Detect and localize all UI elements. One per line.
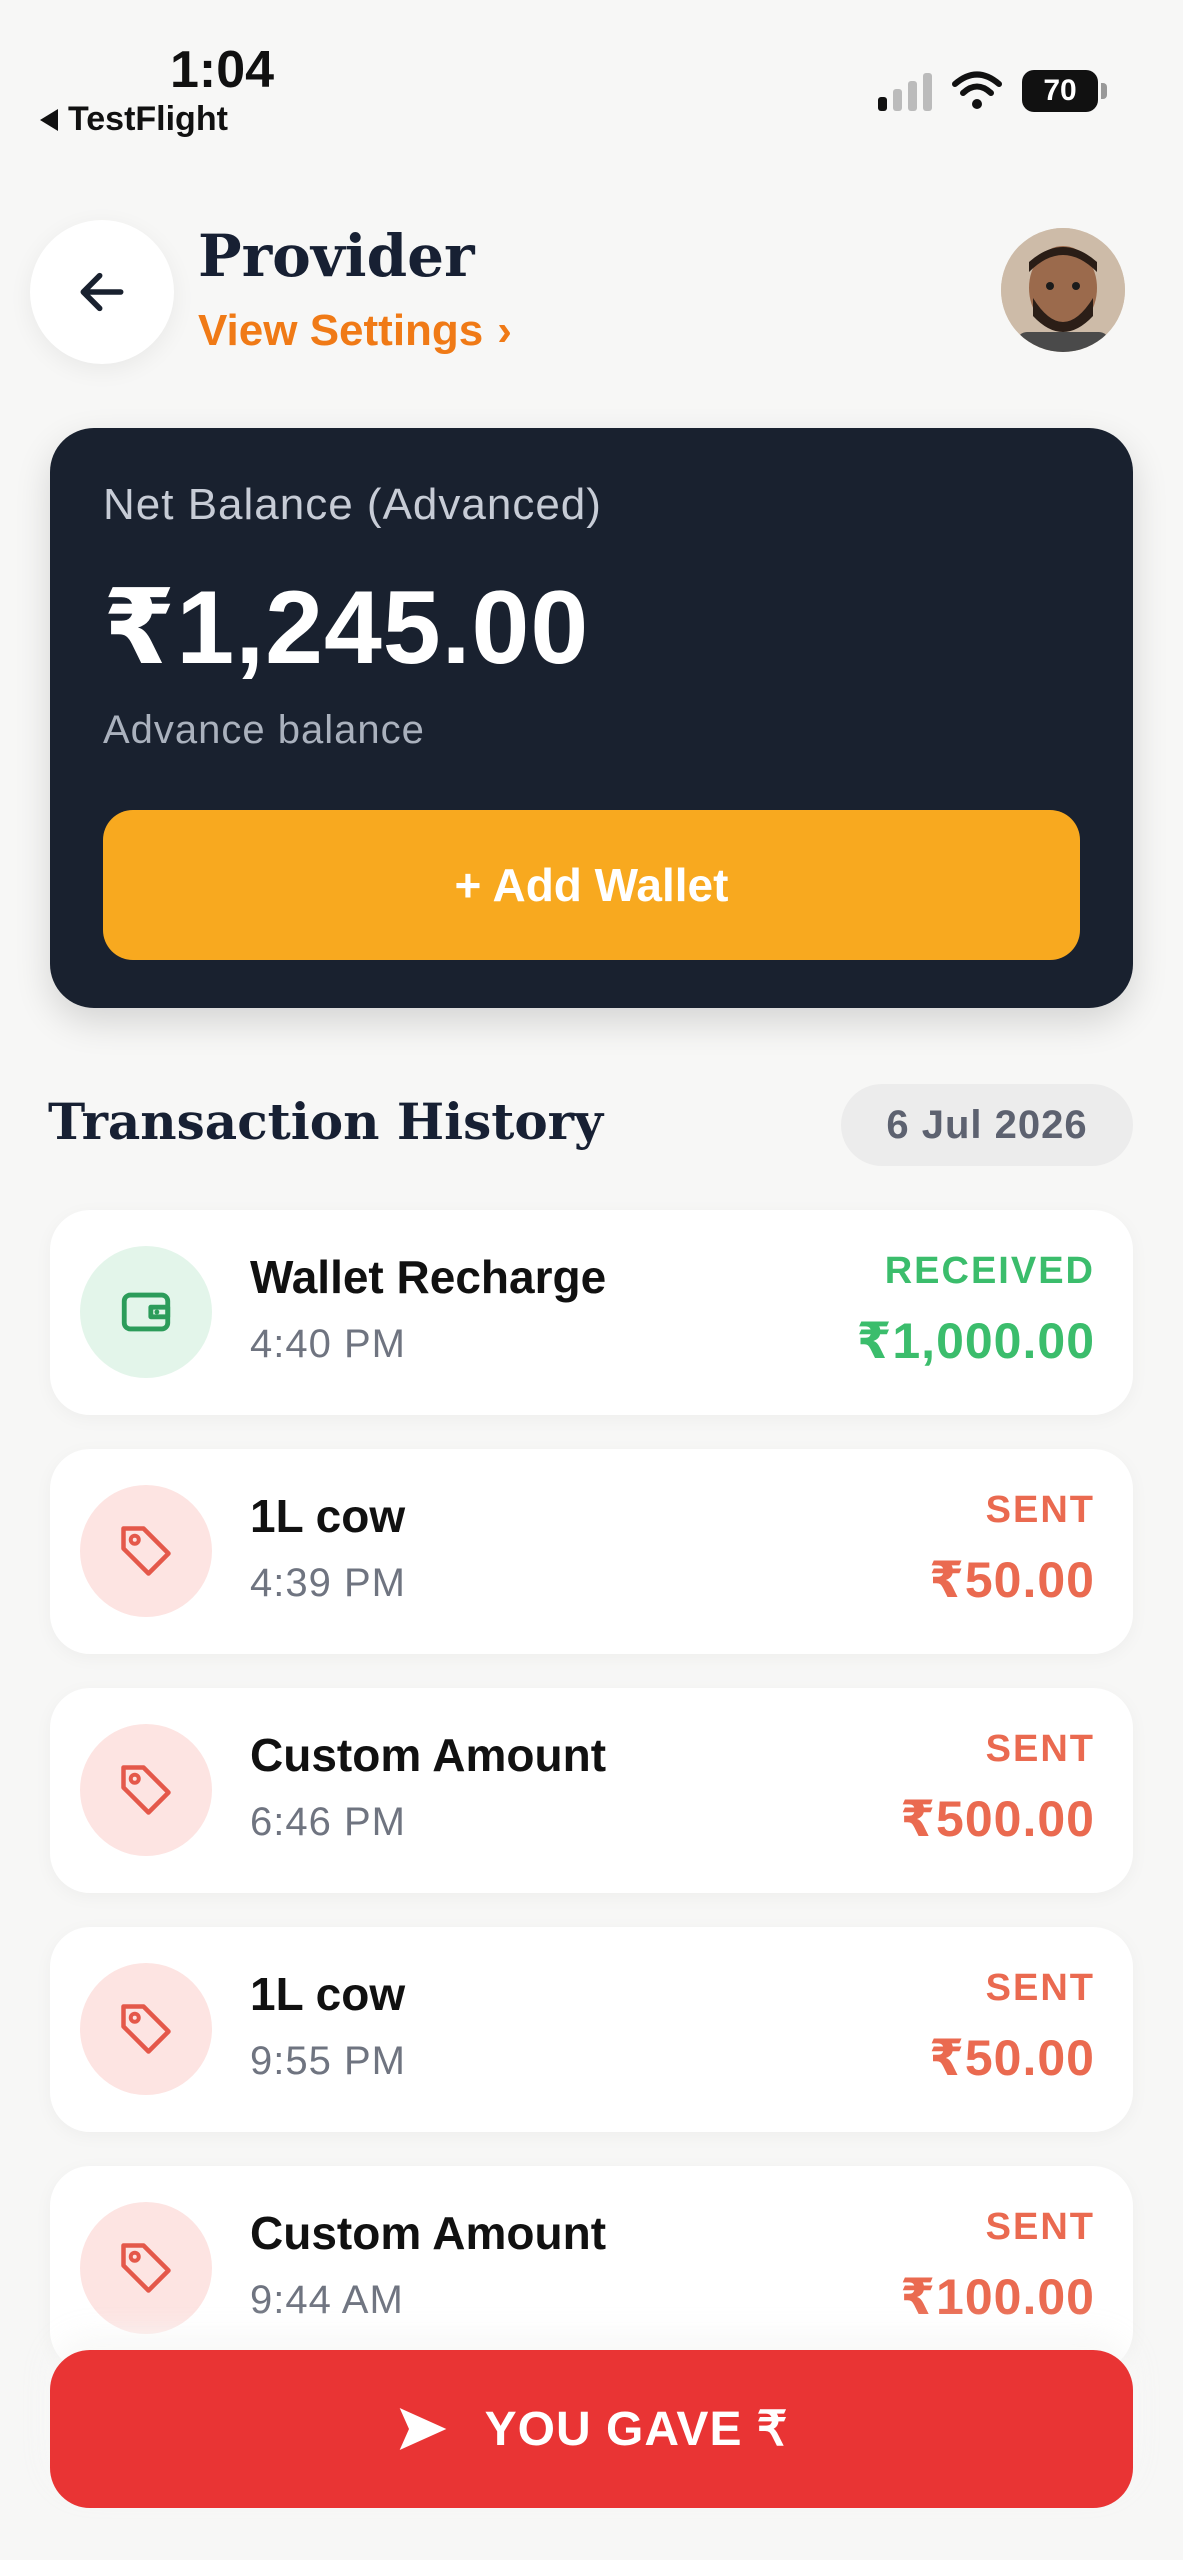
tag-icon [80,1724,212,1856]
transaction-status: SENT [985,1489,1095,1531]
chevron-right-icon: › [497,306,512,355]
transaction-name: Custom Amount [250,1729,607,1781]
page-title: Provider [198,222,475,290]
transaction-row[interactable]: 1L cow 4:39 PM SENT ₹50.00 [50,1449,1133,1654]
transaction-status: SENT [985,1728,1095,1770]
transaction-status: RECEIVED [884,1250,1095,1292]
send-icon [399,2408,446,2450]
date-filter-chip[interactable]: 6 Jul 2026 [841,1084,1133,1166]
status-icons: 70 [878,70,1107,112]
transaction-name: 1L cow [250,1490,406,1542]
you-gave-button[interactable]: YOU GAVE ₹ [50,2350,1133,2508]
back-app-label: TestFlight [68,100,228,138]
transaction-time: 9:44 AM [250,2278,404,2322]
balance-subtitle: Advance balance [103,708,425,752]
avatar[interactable] [1001,228,1125,352]
transaction-amount: ₹50.00 [929,1552,1095,1608]
transaction-status: SENT [985,2206,1095,2248]
transaction-time: 4:39 PM [250,1561,406,1605]
transaction-status: SENT [985,1967,1095,2009]
transaction-amount: ₹500.00 [900,1791,1095,1847]
transaction-name: Custom Amount [250,2207,607,2259]
balance-card: Net Balance (Advanced) ₹1,245.00 Advance… [50,428,1133,1008]
view-settings-link[interactable]: View Settings › [198,306,512,356]
tag-icon [80,1963,212,2095]
back-to-app-link[interactable]: TestFlight [40,100,228,139]
status-time: 1:04 [170,41,275,99]
history-title: Transaction History [48,1092,604,1151]
tag-icon [80,2202,212,2334]
cellular-signal-icon [878,71,932,111]
balance-label: Net Balance (Advanced) [103,480,602,529]
back-button[interactable] [30,220,174,364]
transaction-amount: ₹1,000.00 [856,1313,1095,1369]
wallet-icon [80,1246,212,1378]
transaction-row[interactable]: 1L cow 9:55 PM SENT ₹50.00 [50,1927,1133,2132]
avatar-image [1001,228,1125,352]
transaction-row[interactable]: Custom Amount 6:46 PM SENT ₹500.00 [50,1688,1133,1893]
transaction-time: 6:46 PM [250,1800,406,1844]
transaction-name: Wallet Recharge [250,1251,607,1303]
transaction-list: Wallet Recharge 4:40 PM RECEIVED ₹1,000.… [50,1210,1133,2405]
transaction-amount: ₹50.00 [929,2030,1095,2086]
tag-icon [80,1485,212,1617]
back-triangle-icon [40,108,58,131]
view-settings-label: View Settings [198,306,484,355]
arrow-left-icon [80,272,124,312]
transaction-row[interactable]: Custom Amount 9:44 AM SENT ₹100.00 [50,2166,1133,2371]
transaction-time: 4:40 PM [250,1322,406,1366]
wifi-icon [952,71,1002,109]
transaction-row[interactable]: Wallet Recharge 4:40 PM RECEIVED ₹1,000.… [50,1210,1133,1415]
transaction-time: 9:55 PM [250,2039,406,2083]
transaction-name: 1L cow [250,1968,406,2020]
transaction-amount: ₹100.00 [900,2269,1095,2325]
add-wallet-button[interactable]: + Add Wallet [103,810,1080,960]
you-gave-label: YOU GAVE ₹ [484,2403,789,2456]
balance-amount: ₹1,245.00 [103,570,590,686]
battery-icon: 70 [1022,70,1107,112]
